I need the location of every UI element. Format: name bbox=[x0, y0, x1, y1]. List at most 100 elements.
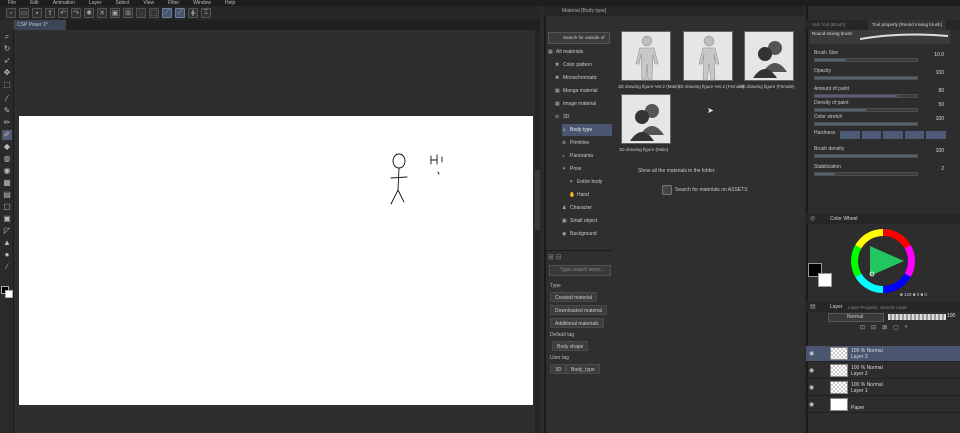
property-slider[interactable] bbox=[814, 108, 918, 112]
eyedropper-icon[interactable]: ⁄ bbox=[2, 94, 12, 104]
layer-opacity-slider[interactable] bbox=[888, 314, 946, 320]
snap-ruler-icon[interactable]: ⟋ bbox=[162, 8, 172, 18]
property-slider[interactable] bbox=[814, 122, 918, 126]
tree-item[interactable]: ▦ All materials bbox=[548, 46, 612, 58]
layer-row[interactable]: ◉ 100 % Normal Layer 1 bbox=[806, 380, 960, 396]
property-value[interactable]: 50 bbox=[938, 102, 944, 108]
tag-body-type[interactable]: Body_type bbox=[566, 364, 600, 374]
move-layer-icon[interactable]: ✥ bbox=[2, 68, 12, 78]
lock-icon[interactable]: ⊡ bbox=[860, 324, 865, 334]
frame-icon[interactable]: ▦ bbox=[2, 178, 12, 188]
line-tool-icon[interactable]: ∕ bbox=[2, 262, 12, 272]
tree-item[interactable]: ♟ Character bbox=[562, 202, 612, 214]
sub-color-chip[interactable] bbox=[5, 290, 13, 298]
fill-bucket-icon[interactable]: ◉ bbox=[2, 166, 12, 176]
property-slider[interactable] bbox=[814, 94, 918, 98]
tab-search-layer[interactable]: Search Layer bbox=[880, 303, 907, 313]
tab-layer-property[interactable]: Layer Property bbox=[848, 303, 878, 313]
property-slider[interactable] bbox=[814, 154, 918, 158]
material-thumb-silhouette-female[interactable] bbox=[744, 31, 794, 81]
tree-item[interactable]: ▦ Image material bbox=[555, 98, 612, 110]
canvas-paper[interactable] bbox=[19, 116, 533, 405]
material-search-input[interactable]: Search for outside of bbox=[548, 32, 610, 44]
material-thumb-silhouette-male[interactable] bbox=[621, 94, 671, 144]
redo-icon[interactable]: ↷ bbox=[71, 8, 81, 18]
material-thumb-figure-male[interactable] bbox=[621, 31, 671, 81]
tag-search-input[interactable]: Type search keyw... bbox=[549, 265, 611, 276]
new-file-icon[interactable]: ▫ bbox=[6, 8, 16, 18]
tag-edit-icon[interactable]: ⊟ bbox=[556, 254, 562, 261]
tag-add-icon[interactable]: ⊞ bbox=[548, 254, 554, 261]
tree-item[interactable]: ✶ Pose bbox=[562, 163, 612, 175]
selection-icon[interactable]: ⬚ bbox=[2, 80, 12, 90]
mask-icon[interactable]: ◐ bbox=[905, 324, 909, 334]
settings-icon[interactable]: ✺ bbox=[84, 8, 94, 18]
property-value[interactable]: 10.0 bbox=[934, 52, 944, 58]
transform-icon[interactable]: ⊞ bbox=[123, 8, 133, 18]
select-all-icon[interactable]: ⬚ bbox=[149, 8, 159, 18]
color-wheel-tab-icon[interactable]: ◎ bbox=[810, 215, 815, 222]
tree-item[interactable]: ✶ Entire body bbox=[569, 176, 612, 188]
tree-item[interactable]: ♙ Body type bbox=[562, 124, 612, 136]
tree-item[interactable]: ✖ Color pattern bbox=[555, 59, 612, 71]
tree-item[interactable]: ⊚ 3D bbox=[555, 111, 612, 123]
layer-row[interactable]: ◉ Paper bbox=[806, 397, 960, 413]
export-icon[interactable]: ⇪ bbox=[45, 8, 55, 18]
operation-icon[interactable]: ➶ bbox=[2, 56, 12, 66]
zoom-icon[interactable]: ⌕ bbox=[2, 32, 12, 42]
eye-icon[interactable]: ◉ bbox=[809, 367, 814, 374]
undo-icon[interactable]: ↶ bbox=[58, 8, 68, 18]
brush-icon[interactable]: ✐ bbox=[2, 130, 12, 140]
open-file-icon[interactable]: ▭ bbox=[19, 8, 29, 18]
tree-item[interactable]: ✖ Monochromatic bbox=[555, 72, 612, 84]
property-value[interactable]: 100 bbox=[936, 70, 944, 76]
tag-downloaded-material[interactable]: Downloaded material bbox=[550, 305, 607, 315]
clear-icon[interactable]: ✕ bbox=[97, 8, 107, 18]
grid-icon[interactable]: ⋕ bbox=[188, 8, 198, 18]
tree-item[interactable]: ✋ Hand bbox=[569, 189, 612, 201]
reference-icon[interactable]: ⊠ bbox=[882, 324, 887, 334]
tab-sub-tool[interactable]: Sub Tool [Brush] bbox=[808, 20, 849, 30]
eye-icon[interactable]: ◉ bbox=[809, 401, 814, 408]
property-value[interactable]: 80 bbox=[938, 88, 944, 94]
property-slider[interactable] bbox=[814, 172, 918, 176]
clip-icon[interactable]: ⊟ bbox=[871, 324, 876, 334]
tag-additional-materials[interactable]: Additional materials bbox=[550, 318, 604, 328]
draft-icon[interactable]: ▢ bbox=[893, 324, 899, 334]
tag-3d[interactable]: 3D bbox=[550, 364, 567, 374]
gradient-icon[interactable]: ▤ bbox=[2, 190, 12, 200]
correct-line-icon[interactable]: ▲ bbox=[2, 238, 12, 248]
balloon-icon[interactable]: ◸ bbox=[2, 226, 12, 236]
property-value[interactable]: 100 bbox=[936, 148, 944, 154]
eraser-icon[interactable]: ◆ bbox=[2, 142, 12, 152]
eye-icon[interactable]: ◉ bbox=[809, 384, 814, 391]
tab-tool-property[interactable]: Tool property [Round mixing brush] bbox=[868, 20, 946, 30]
blend-mode-select[interactable]: Normal bbox=[828, 313, 884, 322]
material-thumb-figure-female[interactable] bbox=[683, 31, 733, 81]
pencil-icon[interactable]: ✏ bbox=[2, 118, 12, 128]
property-slider[interactable] bbox=[814, 76, 918, 80]
property-value[interactable]: 2 bbox=[941, 166, 944, 172]
layer-row[interactable]: ◉ 100 % Normal Layer 2 bbox=[806, 363, 960, 379]
hardness-selector[interactable] bbox=[840, 131, 946, 139]
tree-item[interactable]: ⊕ Primitive bbox=[562, 137, 612, 149]
document-tab[interactable]: CSP Poser 1* bbox=[14, 20, 66, 30]
tree-item[interactable]: ◉ Background bbox=[562, 228, 612, 240]
deselect-icon[interactable]: ◌ bbox=[136, 8, 146, 18]
text-icon[interactable]: ▣ bbox=[2, 214, 12, 224]
tree-item[interactable]: ◒ Panorama bbox=[562, 150, 612, 162]
eye-icon[interactable]: ◉ bbox=[809, 350, 814, 357]
property-slider[interactable] bbox=[814, 58, 918, 62]
tree-item[interactable]: ▦ Manga material bbox=[555, 85, 612, 97]
rotate-icon[interactable]: ↻ bbox=[2, 44, 12, 54]
color-wheel[interactable] bbox=[850, 228, 916, 294]
tag-body-shape[interactable]: Body shape bbox=[552, 341, 589, 351]
pen-icon[interactable]: ✎ bbox=[2, 106, 12, 116]
tag-created-material[interactable]: Created material bbox=[550, 292, 597, 302]
layer-tab-icon[interactable]: ▤ bbox=[810, 303, 816, 310]
canvas-scroll-thumb[interactable] bbox=[535, 170, 540, 230]
save-icon[interactable]: ▪ bbox=[32, 8, 42, 18]
tree-item[interactable]: ▣ Small object bbox=[562, 215, 612, 227]
canvas-scrollbar[interactable] bbox=[535, 30, 540, 433]
sub-color-swatch[interactable] bbox=[818, 273, 832, 287]
